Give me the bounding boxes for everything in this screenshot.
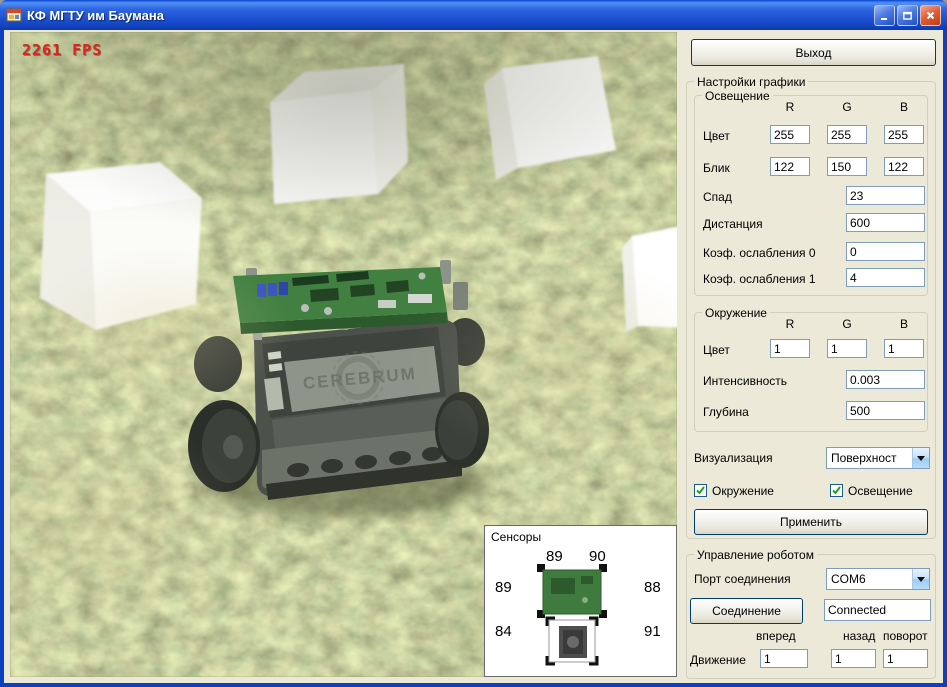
light-distance-label: Дистанция bbox=[703, 217, 763, 231]
ambient-checkbox[interactable] bbox=[694, 484, 707, 497]
close-button[interactable] bbox=[920, 5, 941, 26]
ambient-intensity-input[interactable] bbox=[846, 370, 925, 389]
light-specular-g-input[interactable] bbox=[827, 157, 867, 176]
maximize-button[interactable] bbox=[897, 5, 918, 26]
light-color-b-input[interactable] bbox=[884, 125, 924, 144]
lighting-checkbox[interactable] bbox=[830, 484, 843, 497]
white-cube-right-edge bbox=[622, 224, 677, 332]
app-icon bbox=[6, 7, 22, 23]
apply-button[interactable]: Применить bbox=[694, 509, 928, 535]
light-atten1-label: Коэф. ослабления 1 bbox=[703, 272, 816, 286]
turn-label: поворот bbox=[883, 629, 928, 643]
lighting-header-g: G bbox=[827, 100, 867, 114]
check-icon bbox=[696, 486, 705, 495]
robot-pcb bbox=[233, 267, 448, 334]
ambient-header-g: G bbox=[827, 317, 867, 331]
port-value: COM6 bbox=[827, 569, 912, 589]
light-specular-r-input[interactable] bbox=[770, 157, 810, 176]
light-atten0-label: Коэф. ослабления 0 bbox=[703, 246, 816, 260]
minimize-button[interactable] bbox=[874, 5, 895, 26]
light-color-g-input[interactable] bbox=[827, 125, 867, 144]
visualization-dropdown-button[interactable] bbox=[912, 448, 929, 468]
port-combobox[interactable]: COM6 bbox=[826, 568, 930, 590]
light-atten1-input[interactable] bbox=[846, 268, 925, 287]
ambient-depth-input[interactable] bbox=[846, 401, 925, 420]
back-label: назад bbox=[843, 629, 875, 643]
light-color-label: Цвет bbox=[703, 129, 730, 143]
sensor-robot-diagram bbox=[485, 526, 677, 677]
movement-back-input[interactable] bbox=[831, 649, 876, 668]
forward-label: вперед bbox=[756, 629, 796, 643]
ambient-intensity-label: Интенсивность bbox=[703, 374, 787, 388]
minimize-icon bbox=[879, 10, 890, 21]
connection-status-field[interactable] bbox=[824, 599, 931, 621]
white-cube-top-center bbox=[270, 64, 408, 204]
movement-forward-input[interactable] bbox=[760, 649, 808, 668]
close-icon bbox=[925, 10, 936, 21]
light-specular-label: Блик bbox=[703, 161, 730, 175]
app-window: КФ МГТУ им Баумана bbox=[0, 0, 947, 687]
lighting-caption: Освещение bbox=[702, 89, 773, 103]
ambient-caption: Окружение bbox=[702, 306, 770, 320]
ambient-color-r-input[interactable] bbox=[770, 339, 810, 358]
movement-label: Движение bbox=[690, 653, 746, 667]
movement-turn-input[interactable] bbox=[883, 649, 928, 668]
ambient-header-b: B bbox=[884, 317, 924, 331]
light-falloff-input[interactable] bbox=[846, 186, 925, 205]
connect-button[interactable]: Соединение bbox=[690, 598, 803, 624]
lighting-checkbox-label: Освещение bbox=[848, 484, 913, 498]
maximize-icon bbox=[902, 10, 913, 21]
light-specular-b-input[interactable] bbox=[884, 157, 924, 176]
white-cube-left bbox=[40, 162, 202, 330]
chevron-down-icon bbox=[917, 456, 925, 461]
lighting-header-b: B bbox=[884, 100, 924, 114]
exit-button[interactable]: Выход bbox=[691, 39, 936, 66]
ambient-color-label: Цвет bbox=[703, 343, 730, 357]
visualization-label: Визуализация bbox=[694, 451, 773, 465]
robot-control-caption: Управление роботом bbox=[694, 548, 817, 562]
light-falloff-label: Спад bbox=[703, 190, 732, 204]
light-color-r-input[interactable] bbox=[770, 125, 810, 144]
ambient-checkbox-label: Окружение bbox=[712, 484, 774, 498]
ambient-header-r: R bbox=[770, 317, 810, 331]
ambient-depth-label: Глубина bbox=[703, 405, 749, 419]
ambient-color-b-input[interactable] bbox=[884, 339, 924, 358]
chevron-down-icon bbox=[917, 577, 925, 582]
light-atten0-input[interactable] bbox=[846, 242, 925, 261]
graphics-settings-caption: Настройки графики bbox=[694, 75, 808, 89]
sensors-panel: Сенсоры 89 90 89 88 84 91 bbox=[484, 525, 677, 677]
check-icon bbox=[832, 486, 841, 495]
port-label: Порт соединения bbox=[694, 572, 791, 586]
light-distance-input[interactable] bbox=[846, 213, 925, 232]
ambient-color-g-input[interactable] bbox=[827, 339, 867, 358]
titlebar[interactable]: КФ МГТУ им Баумана bbox=[0, 0, 947, 30]
3d-viewport[interactable]: CEREBRUM bbox=[10, 32, 677, 677]
visualization-combobox[interactable]: Поверхност bbox=[826, 447, 930, 469]
lighting-header-r: R bbox=[770, 100, 810, 114]
fps-counter: 2261 FPS bbox=[22, 41, 102, 59]
visualization-value: Поверхност bbox=[827, 448, 912, 468]
port-dropdown-button[interactable] bbox=[912, 569, 929, 589]
window-title: КФ МГТУ им Баумана bbox=[27, 8, 869, 23]
